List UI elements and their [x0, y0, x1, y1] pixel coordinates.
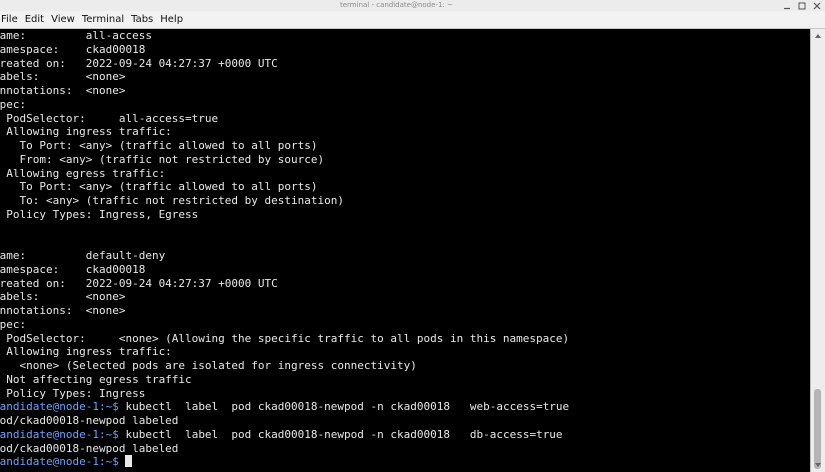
output-text: To Port: <any> (traffic allowed to all p…	[0, 139, 318, 152]
window-title: terminal - candidate@node-1: ~	[340, 1, 453, 9]
menu-view[interactable]: View	[48, 11, 79, 28]
output-text: Namespace: ckad00018	[0, 42, 146, 56]
maximize-icon[interactable]	[797, 1, 806, 10]
output-text: Created on: 2022-09-24 04:27:37 +0000 UT…	[0, 276, 278, 290]
output-text: Labels: <none>	[0, 70, 126, 84]
output-text: Allowing ingress traffic:	[0, 345, 172, 359]
output-text: Not affecting egress traffic	[0, 372, 192, 386]
terminal-line: Policy Types: Ingress	[0, 387, 811, 401]
output-text: Spec:	[0, 97, 27, 111]
terminal-line: candidate@node-1:~$	[0, 455, 811, 469]
output-text: Policy Types: Ingress, Egress	[0, 207, 199, 221]
terminal-line: To Port: <any> (traffic allowed to all p…	[0, 180, 811, 194]
terminal-line: Created on: 2022-09-24 04:27:37 +0000 UT…	[0, 277, 811, 291]
terminal-line: pod/ckad00018-newpod labeled	[0, 442, 811, 456]
scrollbar-thumb[interactable]	[814, 389, 821, 469]
output-text: Name: default-deny	[0, 249, 166, 262]
terminal-line: PodSelector: all-access=true	[0, 112, 811, 126]
menu-terminal[interactable]: Terminal	[79, 11, 128, 28]
command-text: kubectl label pod ckad00018-newpod -n ck…	[118, 400, 570, 414]
terminal-line: Allowing egress traffic:	[0, 167, 811, 181]
text-cursor	[125, 455, 133, 468]
menu-tabs[interactable]: Tabs	[128, 11, 157, 28]
terminal-area[interactable]: Name: all-access Namespace: ckad00018 Crea…	[0, 29, 811, 472]
menu-edit[interactable]: Edit	[22, 11, 48, 28]
terminal-line: Name: default-deny	[0, 249, 811, 263]
terminal-line: pod/ckad00018-newpod labeled	[0, 414, 811, 428]
close-icon[interactable]	[812, 1, 821, 10]
output-text: To: <any> (traffic not restricted by des…	[0, 194, 344, 207]
title-bar[interactable]: terminal - candidate@node-1: ~	[0, 0, 825, 11]
menu-file[interactable]: File	[0, 11, 22, 28]
terminal-output: Name: all-access Namespace: ckad00018 Crea…	[0, 29, 811, 469]
arrow-up-icon[interactable]	[811, 30, 825, 42]
output-text: Allowing ingress traffic:	[0, 125, 172, 139]
terminal-line: Labels: <none>	[0, 290, 811, 304]
menu-bar: File Edit View Terminal Tabs Help	[0, 11, 825, 29]
terminal-line: Policy Types: Ingress, Egress	[0, 208, 811, 222]
terminal-line: <none> (Selected pods are isolated for i…	[0, 359, 811, 373]
terminal-line: Name: all-access	[0, 29, 811, 43]
output-text: Policy Types: Ingress	[0, 386, 146, 400]
terminal-line: Namespace: ckad00018	[0, 43, 811, 57]
output-text: Allowing egress traffic:	[0, 166, 166, 180]
menu-help[interactable]: Help	[157, 11, 187, 28]
output-text: Spec:	[0, 317, 27, 331]
terminal-line: Labels: <none>	[0, 70, 811, 84]
output-text: To Port: <any> (traffic allowed to all p…	[0, 180, 318, 194]
terminal-line: From: <any> (traffic not restricted by s…	[0, 153, 811, 167]
output-text: Annotations: <none>	[0, 84, 126, 97]
terminal-line: Annotations: <none>	[0, 84, 811, 98]
terminal-line: To: <any> (traffic not restricted by des…	[0, 194, 811, 208]
output-text: pod/ckad00018-newpod labeled	[0, 414, 179, 427]
terminal-line: Not affecting egress traffic	[0, 373, 811, 387]
terminal-line: candidate@node-1:~$ kubectl label pod ck…	[0, 428, 811, 442]
output-text: Labels: <none>	[0, 290, 126, 304]
output-text: <none> (Selected pods are isolated for i…	[0, 359, 417, 372]
terminal-line: candidate@node-1:~$ kubectl label pod ck…	[0, 400, 811, 414]
terminal-line: PodSelector: <none> (Allowing the specif…	[0, 332, 811, 346]
terminal-line: Allowing ingress traffic:	[0, 345, 811, 359]
output-text: Created on: 2022-09-24 04:27:37 +0000 UT…	[0, 56, 278, 70]
terminal-line: Allowing ingress traffic:	[0, 125, 811, 139]
terminal-line: Namespace: ckad00018	[0, 263, 811, 277]
terminal-line: Annotations: <none>	[0, 304, 811, 318]
minimize-icon[interactable]	[782, 1, 791, 10]
vertical-scrollbar[interactable]	[810, 29, 825, 472]
output-text: From: <any> (traffic not restricted by s…	[0, 152, 325, 166]
terminal-line: Spec:	[0, 318, 811, 332]
window-controls	[782, 0, 821, 11]
output-text: Namespace: ckad00018	[0, 262, 146, 276]
terminal-window: terminal - candidate@node-1: ~ File Edit…	[0, 0, 825, 472]
output-text: Annotations: <none>	[0, 304, 126, 317]
terminal-line: To Port: <any> (traffic allowed to all p…	[0, 139, 811, 153]
arrow-down-icon[interactable]	[811, 459, 825, 471]
command-text: kubectl label pod ckad00018-newpod -n ck…	[118, 427, 563, 441]
terminal-line: Spec:	[0, 98, 811, 112]
output-text: PodSelector: all-access=true	[0, 111, 219, 125]
shell-prompt: candidate@node-1:~$	[0, 455, 119, 469]
output-text: pod/ckad00018-newpod labeled	[0, 441, 179, 455]
shell-prompt: candidate@node-1:~$	[0, 427, 119, 441]
command-text	[119, 455, 126, 468]
shell-prompt: candidate@node-1:~$	[0, 400, 119, 414]
output-text: PodSelector: <none> (Allowing the specif…	[0, 331, 570, 345]
terminal-line: Created on: 2022-09-24 04:27:37 +0000 UT…	[0, 57, 811, 71]
output-text: Name: all-access	[0, 29, 152, 42]
